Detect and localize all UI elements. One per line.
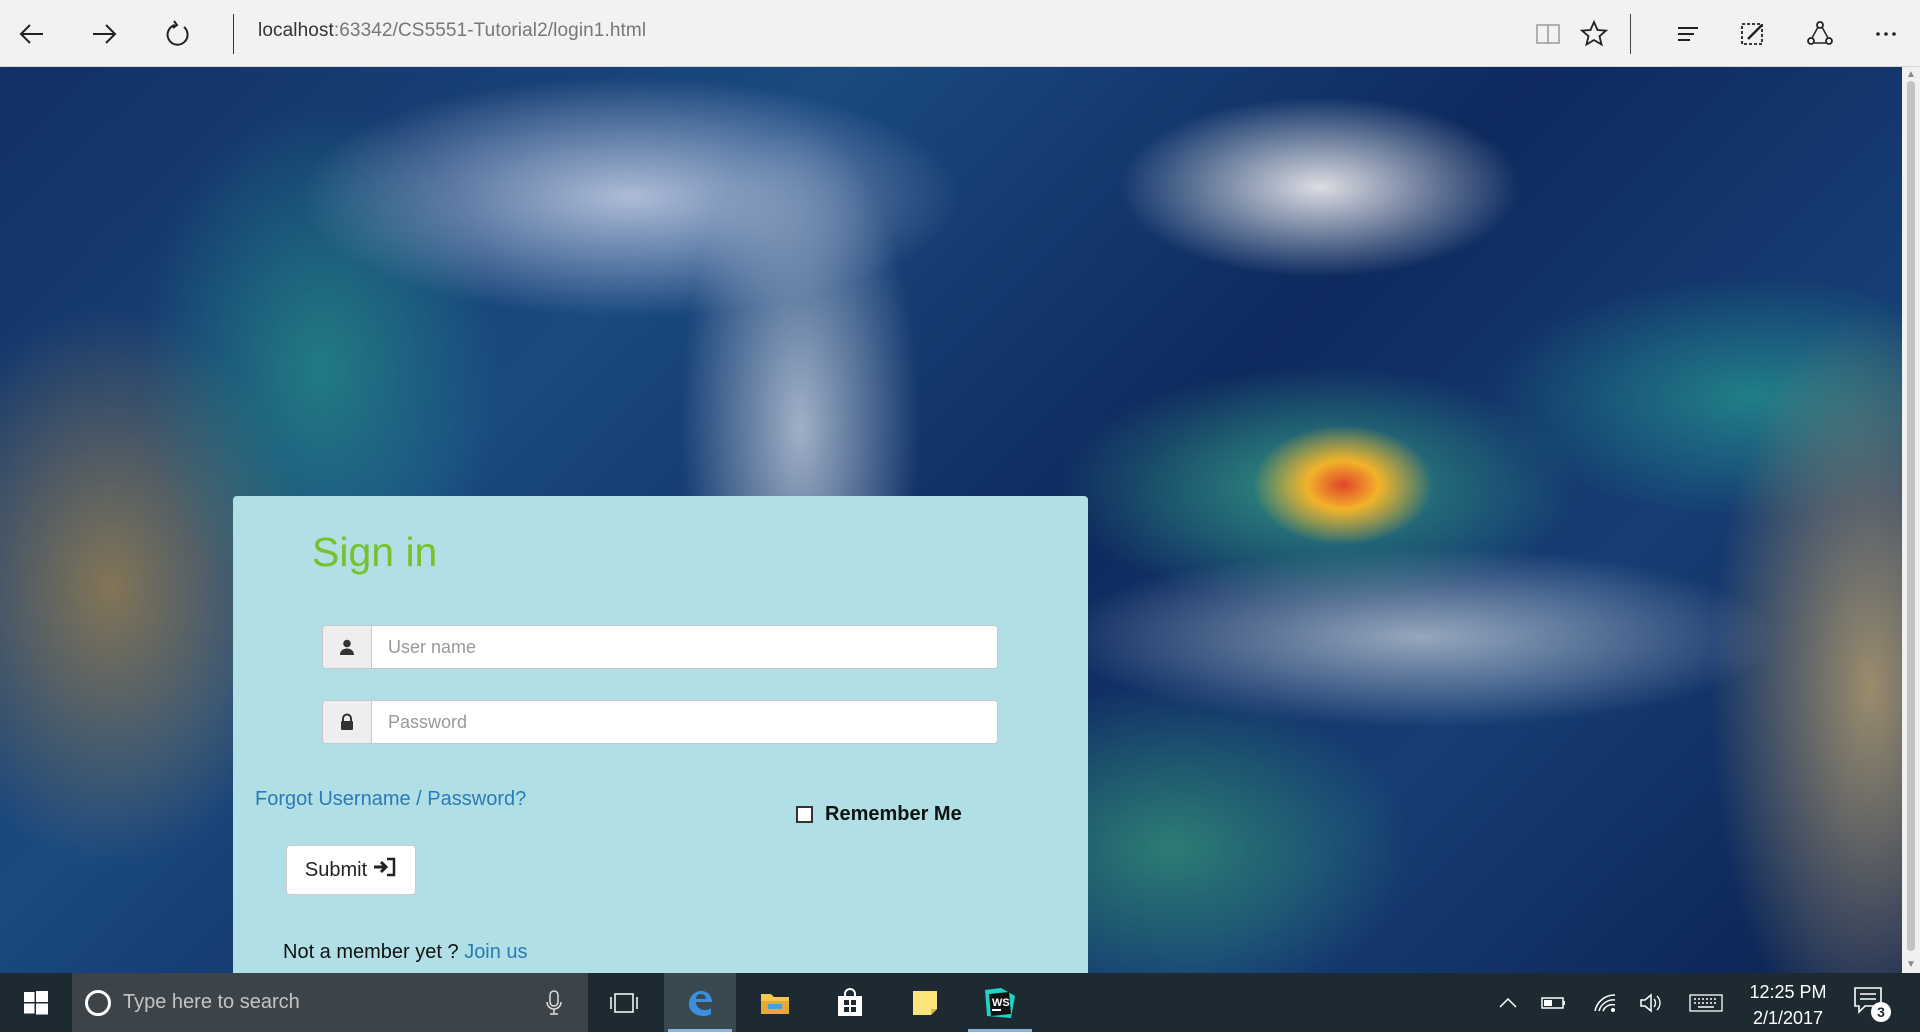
notification-count-badge: 3: [1871, 1002, 1891, 1022]
reading-view-icon[interactable]: [1528, 14, 1568, 54]
windows-start-icon[interactable]: [0, 973, 72, 1032]
action-center-icon[interactable]: 3: [1853, 986, 1891, 1022]
scroll-down-arrow-icon[interactable]: ▼: [1906, 960, 1916, 970]
join-us-link[interactable]: Join us: [464, 941, 527, 963]
remember-me-checkbox-box[interactable]: [796, 806, 813, 823]
favorite-star-icon[interactable]: [1574, 14, 1614, 54]
hub-icon[interactable]: [1668, 14, 1708, 54]
store-icon[interactable]: [814, 973, 886, 1032]
submit-button[interactable]: Submit: [286, 845, 416, 895]
address-separator: [233, 14, 234, 54]
user-icon: [323, 626, 372, 668]
share-icon[interactable]: [1800, 14, 1840, 54]
wifi-icon[interactable]: [1592, 990, 1618, 1016]
edge-browser-icon[interactable]: [664, 973, 736, 1032]
username-input[interactable]: [372, 626, 997, 668]
webstorm-icon[interactable]: WS: [964, 973, 1036, 1032]
system-clock[interactable]: 12:25 PM 2/1/2017: [1740, 979, 1836, 1031]
signup-prompt: Not a member yet ? Join us: [283, 941, 528, 964]
microphone-icon[interactable]: [546, 990, 562, 1021]
member-prompt-text: Not a member yet ?: [283, 941, 465, 963]
windows-taskbar: Type here to search WS 12:25 PM 2/1/2017…: [0, 973, 1920, 1032]
vertical-scrollbar[interactable]: ▲ ▼: [1902, 67, 1920, 973]
browser-toolbar: localhost:63342/CS5551-Tutorial2/login1.…: [0, 0, 1920, 67]
scroll-thumb[interactable]: [1907, 81, 1915, 951]
forgot-credentials-link[interactable]: Forgot Username / Password?: [255, 788, 526, 811]
file-explorer-icon[interactable]: [739, 973, 811, 1032]
battery-icon[interactable]: [1541, 990, 1567, 1016]
toolbar-separator: [1630, 14, 1631, 54]
task-view-icon[interactable]: [588, 973, 660, 1032]
remember-me-checkbox[interactable]: Remember Me: [796, 803, 962, 826]
forward-arrow-icon[interactable]: [84, 14, 124, 54]
login-panel: Sign in Forgot Username / Password? Reme…: [233, 496, 1088, 973]
submit-label: Submit: [304, 858, 368, 881]
signin-heading: Sign in: [312, 529, 438, 575]
username-input-group: [322, 625, 998, 669]
refresh-icon[interactable]: [157, 14, 197, 54]
address-path: :63342/CS5551-Tutorial2/login1.html: [333, 20, 647, 41]
svg-text:WS: WS: [992, 997, 1010, 1009]
password-input-group: [322, 700, 998, 744]
lock-icon: [323, 701, 372, 743]
address-host: localhost: [258, 20, 334, 41]
password-input[interactable]: [372, 701, 997, 743]
touch-keyboard-icon[interactable]: [1688, 990, 1724, 1016]
remember-me-label: Remember Me: [825, 803, 962, 825]
taskbar-search-box[interactable]: Type here to search: [72, 973, 588, 1032]
clock-time: 12:25 PM: [1749, 982, 1827, 1002]
taskbar-search-placeholder: Type here to search: [123, 991, 300, 1013]
cortana-icon: [85, 989, 111, 1016]
scroll-up-arrow-icon[interactable]: ▲: [1906, 70, 1916, 80]
show-hidden-icons-chevron-icon[interactable]: [1495, 990, 1521, 1016]
sticky-notes-icon[interactable]: [889, 973, 961, 1032]
back-arrow-icon[interactable]: [12, 14, 52, 54]
volume-icon[interactable]: [1638, 990, 1664, 1016]
address-bar[interactable]: localhost:63342/CS5551-Tutorial2/login1.…: [258, 20, 646, 42]
more-dots-icon[interactable]: [1866, 14, 1906, 54]
web-note-icon[interactable]: [1733, 14, 1773, 54]
sign-in-arrow-icon: [373, 857, 397, 883]
clock-date: 2/1/2017: [1752, 1008, 1824, 1028]
